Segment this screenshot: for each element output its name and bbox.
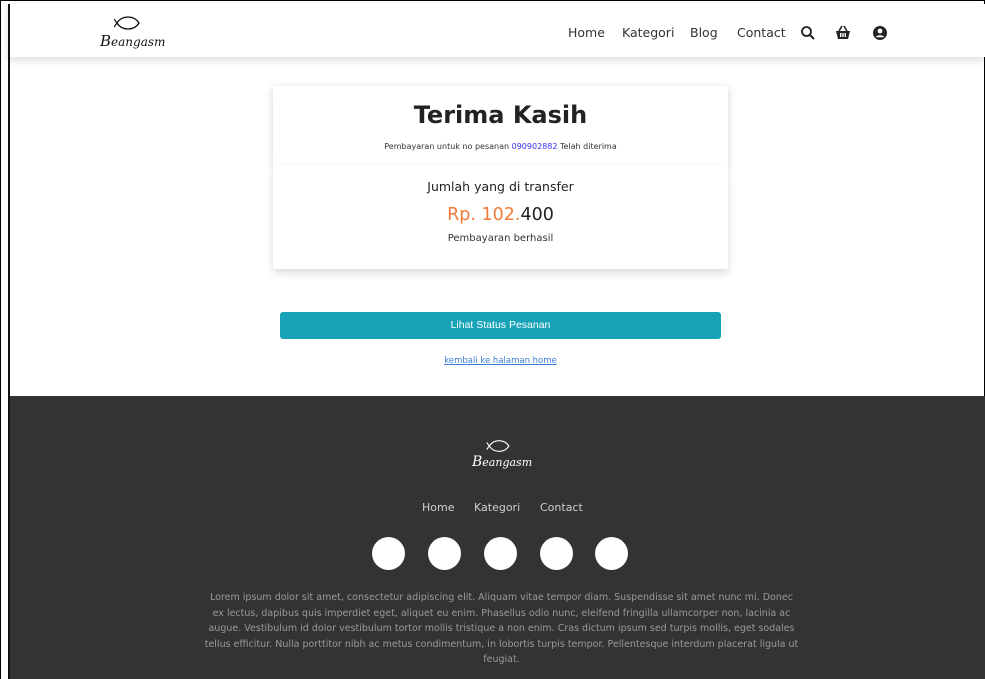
social-icon-4[interactable] [540,537,573,570]
amount-title: Jumlah yang di transfer [427,179,574,194]
transfer-amount: Rp. 102.400 [273,205,728,225]
payment-status: Pembayaran berhasil [447,233,554,244]
page-title: Terima Kasih [413,101,588,129]
footer-nav-kategori[interactable]: Kategori [474,501,520,514]
transfer-amount-card: Jumlah yang di transfer Rp. 102.400 Pemb… [273,166,728,269]
order-confirmation-text: Pembayaran untuk no pesanan 090902882 Te… [273,142,728,151]
fish-logo-icon [114,16,140,30]
social-icon-1[interactable] [372,537,405,570]
basket-icon[interactable] [835,25,851,41]
header-logo[interactable]: Beangasm [98,12,168,50]
nav-contact[interactable]: Contact [737,25,786,40]
footer-logo[interactable]: Beangasm [470,436,540,472]
nav-home[interactable]: Home [568,25,605,40]
order-number-link[interactable]: 090902882 [512,142,558,151]
footer-nav-home[interactable]: Home [422,501,454,514]
amount-highlight: Rp. 102. [447,205,521,225]
confirmation-prefix: Pembayaran untuk no pesanan [384,142,510,151]
thank-you-card: Terima Kasih Pembayaran untuk no pesanan… [273,86,728,166]
site-footer: Beangasm Home Kategori Contact Lorem ips… [8,396,985,679]
social-icon-3[interactable] [484,537,517,570]
confirmation-suffix: Telah diterima [559,142,617,151]
search-icon[interactable] [800,25,816,41]
footer-nav-contact[interactable]: Contact [540,501,583,514]
order-status-button[interactable]: Lihat Status Pesanan [280,312,721,339]
nav-kategori[interactable]: Kategori [622,25,674,40]
site-header: Beangasm Home Kategori Blog Contact [8,4,985,57]
fish-logo-icon [486,440,510,452]
nav-blog[interactable]: Blog [690,25,718,40]
social-icon-5[interactable] [595,537,628,570]
footer-description: Lorem ipsum dolor sit amet, consectetur … [204,592,799,665]
back-home-link[interactable]: kembali ke halaman home [0,356,985,366]
user-icon[interactable] [872,25,888,41]
amount-tail: 400 [520,205,554,225]
logo-wordmark: Beangasm [100,32,166,50]
footer-logo-wordmark: Beangasm [472,454,533,470]
left-border [8,4,10,679]
social-icon-2[interactable] [428,537,461,570]
